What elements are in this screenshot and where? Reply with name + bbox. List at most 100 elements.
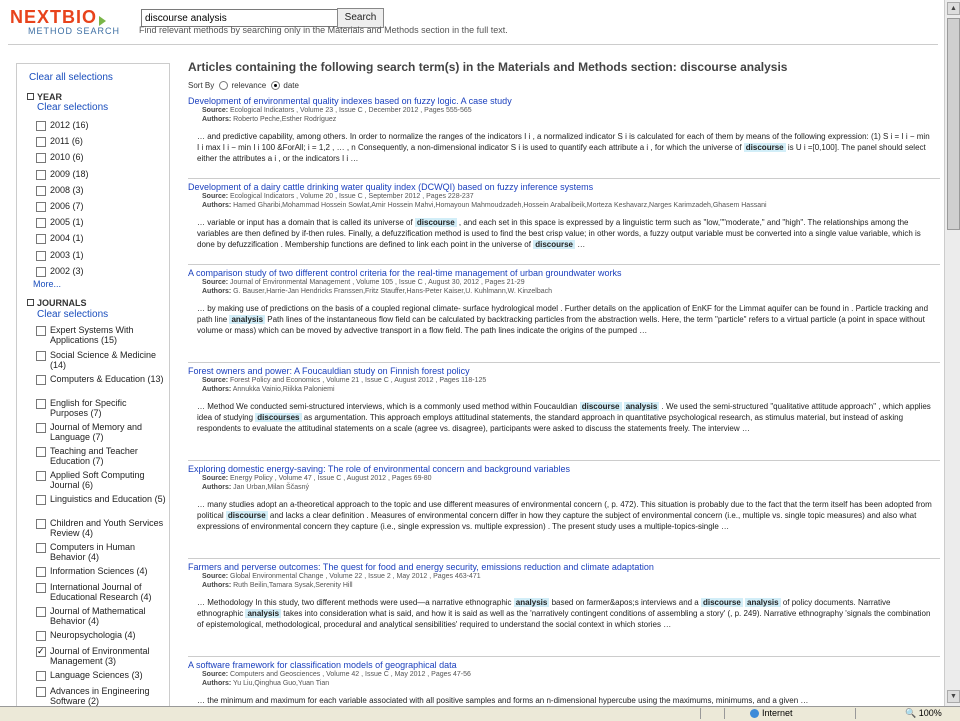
year-more-link[interactable]: More... <box>33 279 61 289</box>
clear-all-selections-link[interactable]: Clear all selections <box>29 72 113 83</box>
year-facet-item[interactable]: 2010 (6) <box>36 152 166 164</box>
year-facet-item[interactable]: 2005 (1) <box>36 217 166 229</box>
journal-facet-item[interactable]: Linguistics and Education (5) <box>36 494 166 505</box>
facet-label: 2003 (1) <box>50 249 84 260</box>
facet-checkbox[interactable] <box>36 671 46 681</box>
facet-checkbox[interactable] <box>36 250 46 261</box>
facet-checkbox[interactable] <box>36 185 46 196</box>
journal-facet-item[interactable]: Journal of Environmental Management (3) <box>36 646 166 666</box>
journals-section-title[interactable]: JOURNALS <box>27 298 87 308</box>
vertical-scrollbar[interactable]: ▲ ▼ <box>944 0 960 706</box>
year-facet-item[interactable]: 2009 (18) <box>36 168 166 180</box>
search-term-highlight: discourse <box>743 143 786 152</box>
article-title-link[interactable]: Exploring domestic energy-saving: The ro… <box>188 464 940 474</box>
year-facet-item[interactable]: 2012 (16) <box>36 120 166 131</box>
facet-label: Language Sciences (3) <box>50 670 143 680</box>
year-facet-item[interactable]: 2004 (1) <box>36 233 166 245</box>
article-authors: Authors: Ruth Beilin,Tamara Sysak,Sereni… <box>202 582 353 589</box>
journal-facet-item[interactable]: International Journal of Educational Res… <box>36 582 166 602</box>
article-title-link[interactable]: Development of environmental quality ind… <box>188 96 940 106</box>
facet-checkbox[interactable] <box>36 137 46 148</box>
journal-facet-item[interactable]: Journal of Mathematical Behavior (4) <box>36 606 166 626</box>
journal-facet-item[interactable]: Teaching and Teacher Education (7) <box>36 446 166 466</box>
scroll-down-arrow-icon[interactable]: ▼ <box>947 690 960 703</box>
scroll-up-arrow-icon[interactable]: ▲ <box>947 2 960 15</box>
facet-checkbox[interactable] <box>36 495 46 505</box>
article-source: Source: Forest Policy and Economics , Vo… <box>202 377 487 384</box>
article-title-link[interactable]: Development of a dairy cattle drinking w… <box>188 182 940 192</box>
article-authors: Authors: Roberto Peche,Esther Rodríguez <box>202 116 337 123</box>
facet-label: Journal of Mathematical Behavior (4) <box>50 606 146 626</box>
journal-facet-item[interactable]: Applied Soft Computing Journal (6) <box>36 470 166 490</box>
facet-label: 2010 (6) <box>50 152 84 163</box>
search-term-highlight: analysis <box>513 598 550 607</box>
scrollbar-thumb[interactable] <box>947 18 960 230</box>
search-term-highlight: analysis <box>745 598 781 607</box>
year-clear-selections-link[interactable]: Clear selections <box>37 102 108 113</box>
facet-checkbox[interactable] <box>36 519 46 529</box>
sort-date-radio[interactable] <box>271 81 281 91</box>
facet-checkbox[interactable] <box>36 153 46 164</box>
search-term-highlight: discourse <box>700 598 743 607</box>
sort-relevance-label: relevance <box>231 81 267 90</box>
facet-checkbox[interactable] <box>36 471 46 481</box>
journals-clear-selections-link[interactable]: Clear selections <box>37 309 108 320</box>
article-title-link[interactable]: A software framework for classification … <box>188 660 940 670</box>
year-section-title[interactable]: YEAR <box>27 92 62 102</box>
facet-checkbox[interactable] <box>36 543 46 553</box>
year-facet-item[interactable]: 2003 (1) <box>36 249 166 261</box>
facet-checkbox[interactable] <box>36 447 46 457</box>
journal-facet-item[interactable]: English for Specific Purposes (7) <box>36 398 166 418</box>
facet-checkbox[interactable] <box>36 234 46 245</box>
year-facet-item[interactable]: 2011 (6) <box>36 136 166 148</box>
nextbio-logo[interactable]: NEXTBIO METHOD SEARCH <box>10 8 120 36</box>
article-title-link[interactable]: Forest owners and power: A Foucauldian s… <box>188 366 940 376</box>
facet-checkbox[interactable] <box>36 266 46 277</box>
journal-facet-item[interactable]: Information Sciences (4) <box>36 566 166 577</box>
facet-label: 2009 (18) <box>50 168 89 179</box>
facet-checkbox[interactable] <box>36 169 46 180</box>
facet-checkbox[interactable] <box>36 567 46 577</box>
facet-checkbox[interactable] <box>36 121 46 131</box>
year-facet-item[interactable]: 2002 (3) <box>36 266 166 277</box>
facet-checkbox[interactable] <box>36 399 46 409</box>
article-authors: Authors: Jan Urban,Milan Ščasný <box>202 484 309 491</box>
journal-facet-item[interactable]: Computers in Human Behavior (4) <box>36 542 166 562</box>
facet-checkbox[interactable] <box>36 423 46 433</box>
search-term-highlight: discourse <box>414 218 457 227</box>
magnifier-icon: 🔍 <box>905 708 917 718</box>
article-authors: Authors: Hamed Gharibi,Mohammad Hossein … <box>202 202 767 209</box>
facet-checkbox[interactable] <box>36 631 46 641</box>
journal-facet-item[interactable]: Neuropsychologia (4) <box>36 630 166 641</box>
journal-facet-item[interactable]: Language Sciences (3) <box>36 670 166 681</box>
journal-facet-item[interactable]: Social Science & Medicine (14) <box>36 350 166 370</box>
facet-checkbox[interactable] <box>36 687 46 697</box>
year-facet-item[interactable]: 2006 (7) <box>36 201 166 212</box>
facet-checkbox[interactable] <box>36 375 46 385</box>
year-facet-item[interactable]: 2008 (3) <box>36 185 166 196</box>
result-separator <box>188 558 940 559</box>
facet-checkbox[interactable] <box>36 646 46 657</box>
facet-checkbox[interactable] <box>36 607 46 617</box>
facet-checkbox[interactable] <box>36 351 46 361</box>
zoom-level[interactable]: 🔍 100% <box>905 708 942 719</box>
journal-facet-item[interactable]: Journal of Memory and Language (7) <box>36 422 166 442</box>
article-source: Source: Global Environmental Change , Vo… <box>202 573 481 580</box>
journal-facet-item[interactable]: Advances in Engineering Software (2) <box>36 686 166 706</box>
article-title-link[interactable]: A comparison study of two different cont… <box>188 268 940 278</box>
search-term-highlight: discourse <box>533 240 575 249</box>
facet-checkbox[interactable] <box>36 326 46 336</box>
facet-checkbox[interactable] <box>36 583 46 593</box>
facet-label: 2005 (1) <box>50 217 84 228</box>
facet-checkbox[interactable] <box>36 202 46 212</box>
facet-label: Journal of Memory and Language (7) <box>50 422 143 442</box>
journal-facet-item[interactable]: Children and Youth Services Review (4) <box>36 518 166 538</box>
search-term-highlight: analysis <box>229 315 266 324</box>
journal-facet-item[interactable]: Expert Systems With Applications (15) <box>36 325 166 345</box>
journal-facet-item[interactable]: Computers & Education (13) <box>36 374 166 385</box>
facet-checkbox[interactable] <box>36 218 46 229</box>
article-title-link[interactable]: Farmers and perverse outcomes: The quest… <box>188 562 940 572</box>
security-zone: Internet <box>750 708 793 719</box>
sort-relevance-radio[interactable] <box>219 81 229 91</box>
result-separator <box>188 178 940 179</box>
